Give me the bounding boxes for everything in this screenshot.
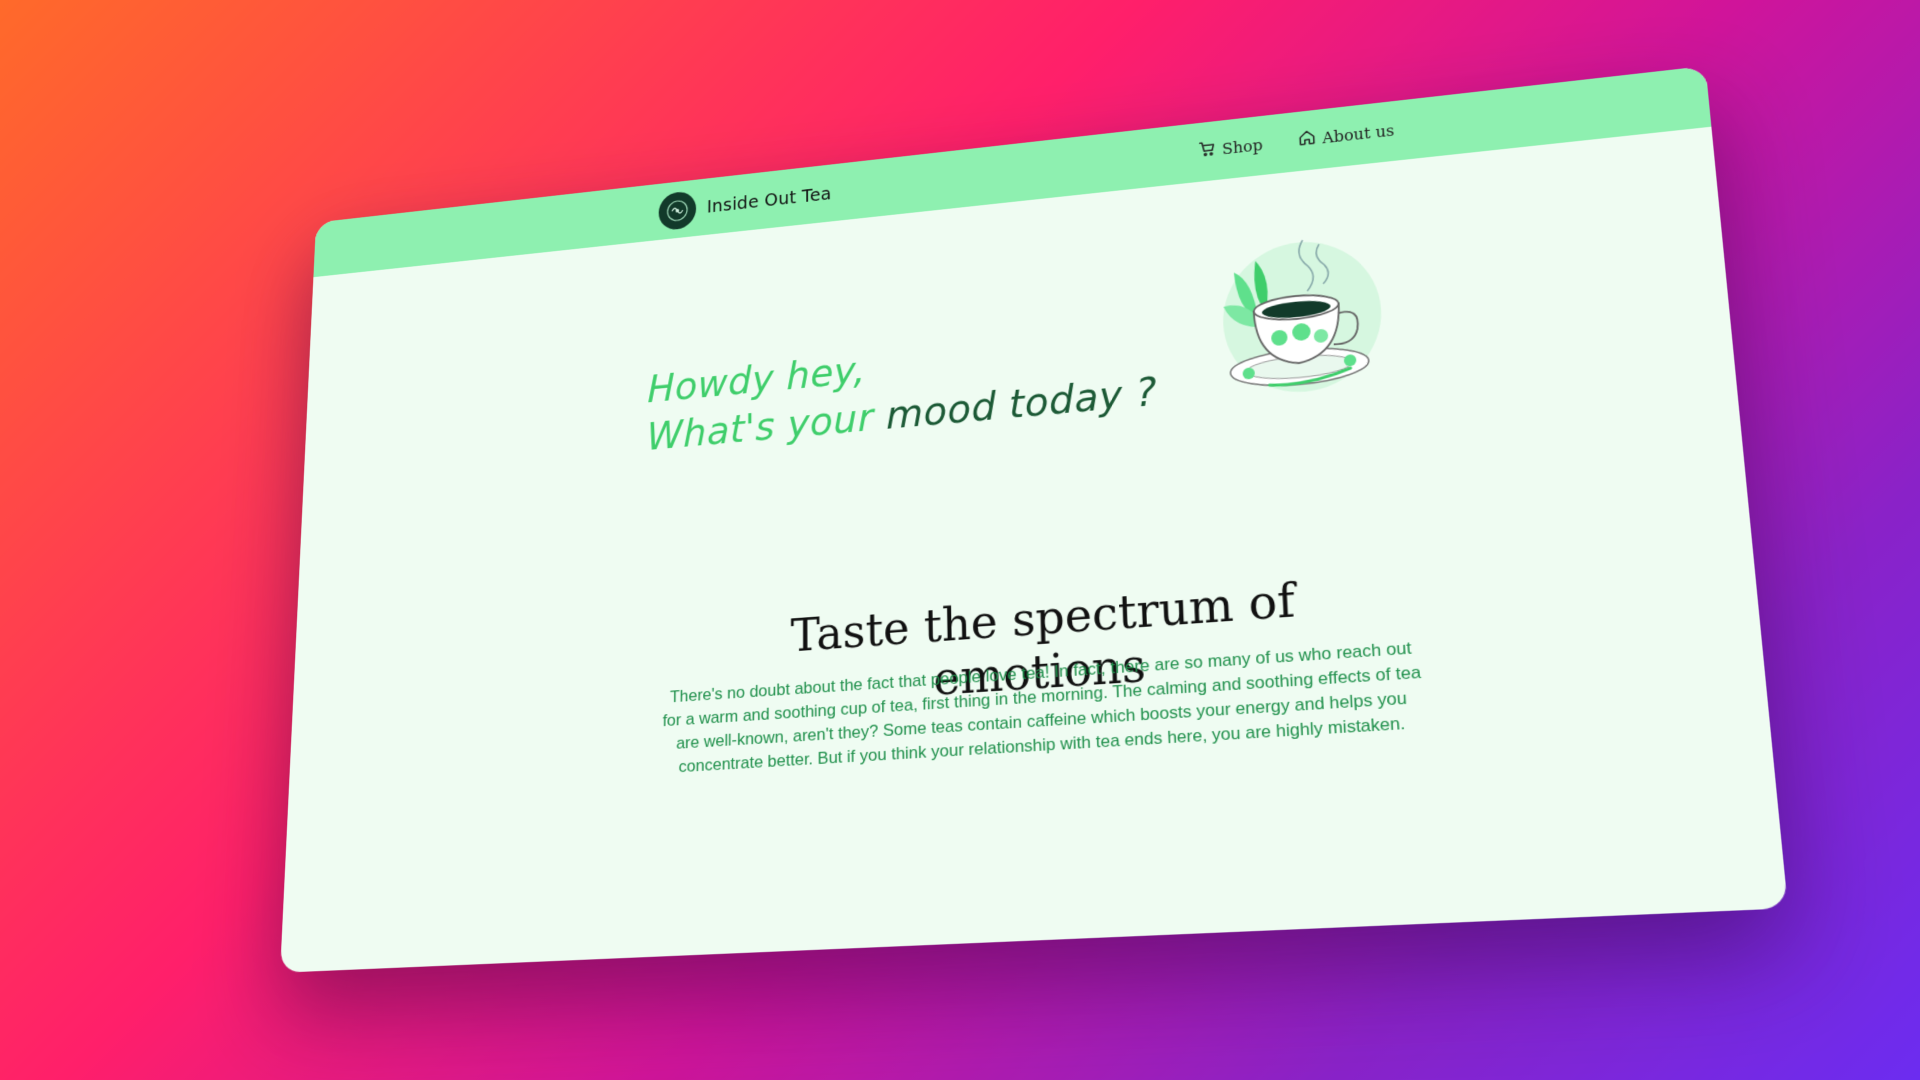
- nav-about-link[interactable]: About us: [1298, 120, 1395, 151]
- cart-icon: [1198, 139, 1217, 161]
- navbar: Inside Out Tea Shop About us: [313, 66, 1711, 277]
- hero-greeting: Howdy hey, What's your mood today ?: [647, 318, 1159, 462]
- teacup-icon: [1203, 224, 1394, 413]
- brand-name: Inside Out Tea: [707, 184, 832, 217]
- tea-seal-logo-icon: [658, 190, 696, 231]
- nav-about-label: About us: [1322, 121, 1395, 147]
- nav-links: Shop About us: [1198, 120, 1395, 162]
- browser-window: Inside Out Tea Shop About us Howdy hey, …: [280, 66, 1788, 973]
- nav-shop-link[interactable]: Shop: [1198, 134, 1263, 161]
- brand[interactable]: Inside Out Tea: [658, 175, 831, 231]
- background-stage: Inside Out Tea Shop About us Howdy hey, …: [0, 0, 1920, 1080]
- nav-shop-label: Shop: [1222, 136, 1263, 158]
- home-icon: [1298, 128, 1317, 150]
